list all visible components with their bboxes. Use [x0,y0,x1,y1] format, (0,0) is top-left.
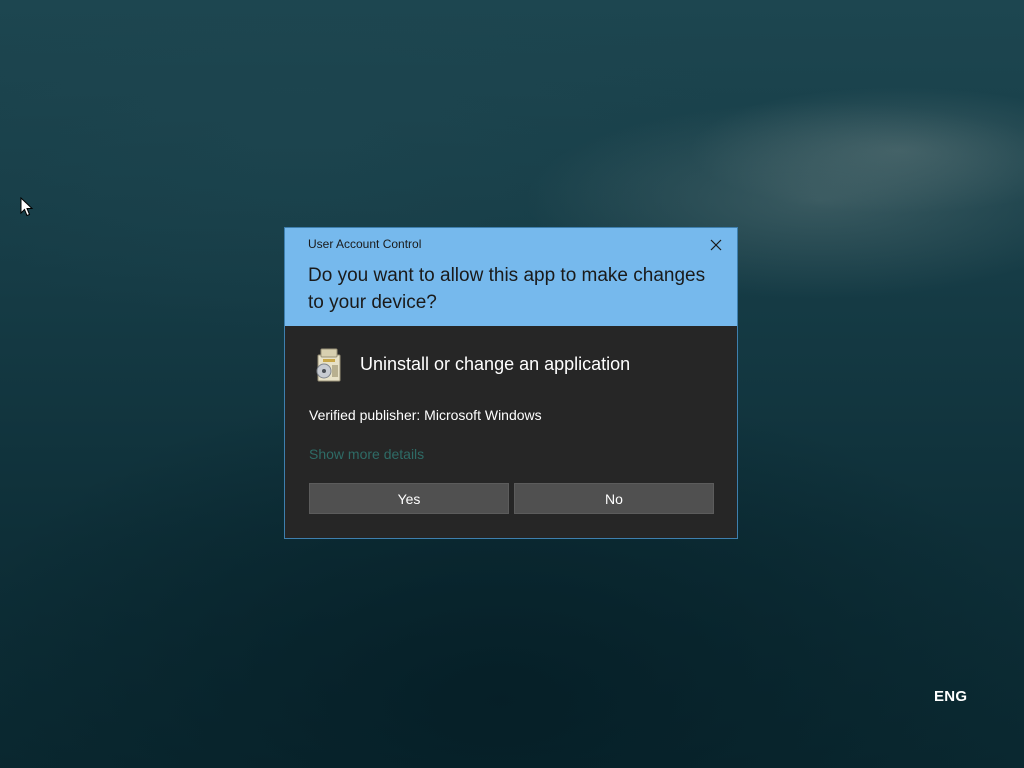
mouse-cursor-icon [20,197,34,217]
language-indicator[interactable]: ENG [934,688,967,705]
app-name: Uninstall or change an application [360,354,631,374]
yes-button[interactable]: Yes [309,483,509,514]
program-installer-icon [316,348,341,382]
close-icon[interactable] [705,234,727,256]
uac-body: Uninstall or change an application Verif… [285,326,737,538]
no-button[interactable]: No [514,483,714,514]
uac-header: User Account Control Do you want to allo… [285,228,737,326]
uac-title: User Account Control [308,237,422,251]
desktop-background: User Account Control Do you want to allo… [0,0,1024,768]
show-more-details-link[interactable]: Show more details [309,446,424,462]
publisher-text: Verified publisher: Microsoft Windows [309,407,542,423]
uac-dialog: User Account Control Do you want to allo… [284,227,738,539]
uac-question: Do you want to allow this app to make ch… [308,265,706,313]
